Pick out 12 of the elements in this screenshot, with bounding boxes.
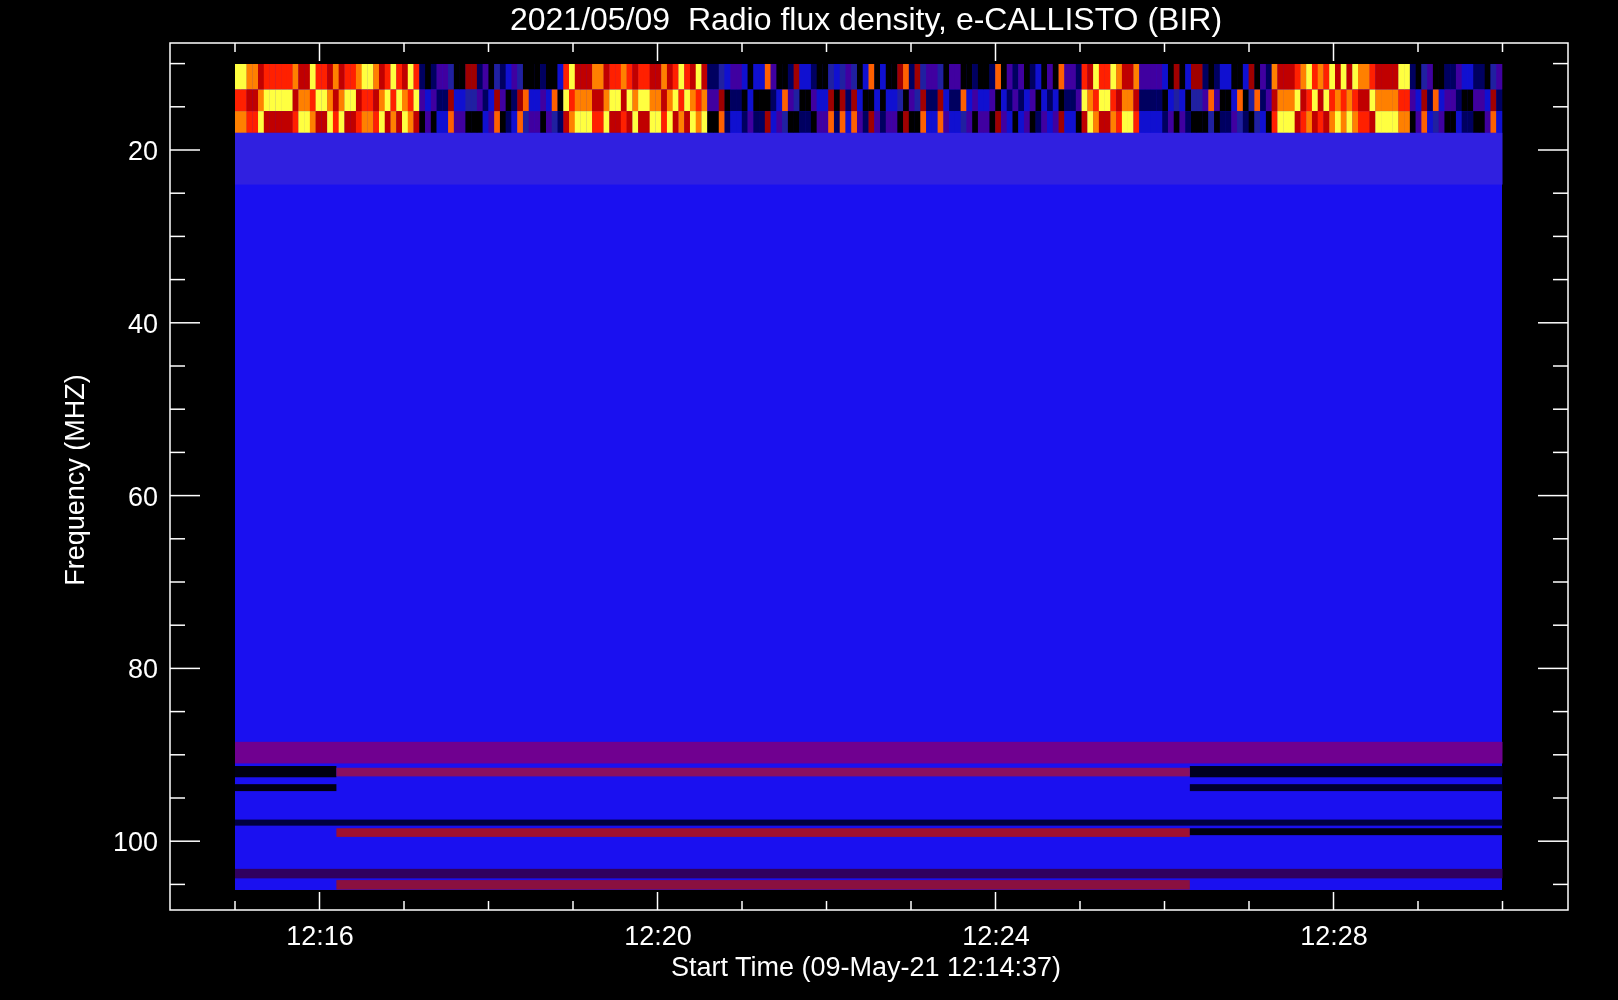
tick-label: 12:20 — [624, 921, 692, 951]
tick-label: 20 — [127, 136, 158, 166]
x-axis-label: Start Time (09-May-21 12:14:37) — [670, 952, 1062, 982]
tick-label: 80 — [127, 654, 158, 685]
tick-label: 12:28 — [1300, 921, 1368, 951]
tick-label: 60 — [127, 481, 158, 512]
chart-title: 2021/05/09 Radio flux density, e-CALLISTO (BIR) — [509, 1, 1223, 37]
y-axis-label: Frequency (MHZ) — [60, 374, 90, 586]
tick-label: 12:24 — [962, 921, 1030, 951]
tick-label: 12:16 — [286, 921, 354, 951]
tick-label: 40 — [127, 308, 158, 339]
tick-label: 100 — [112, 827, 158, 857]
